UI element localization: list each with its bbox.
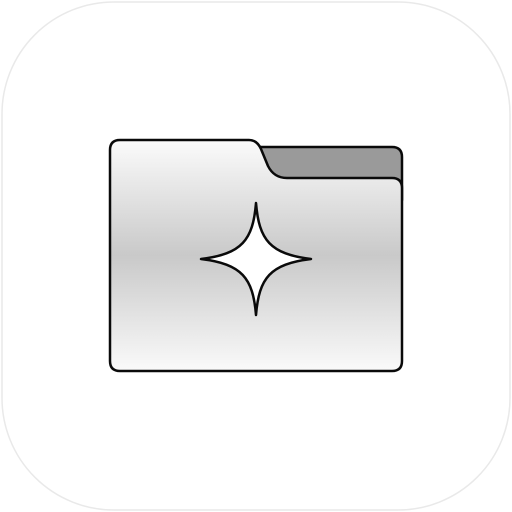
app-icon-canvas: [0, 0, 512, 512]
app-icon[interactable]: [0, 0, 512, 512]
